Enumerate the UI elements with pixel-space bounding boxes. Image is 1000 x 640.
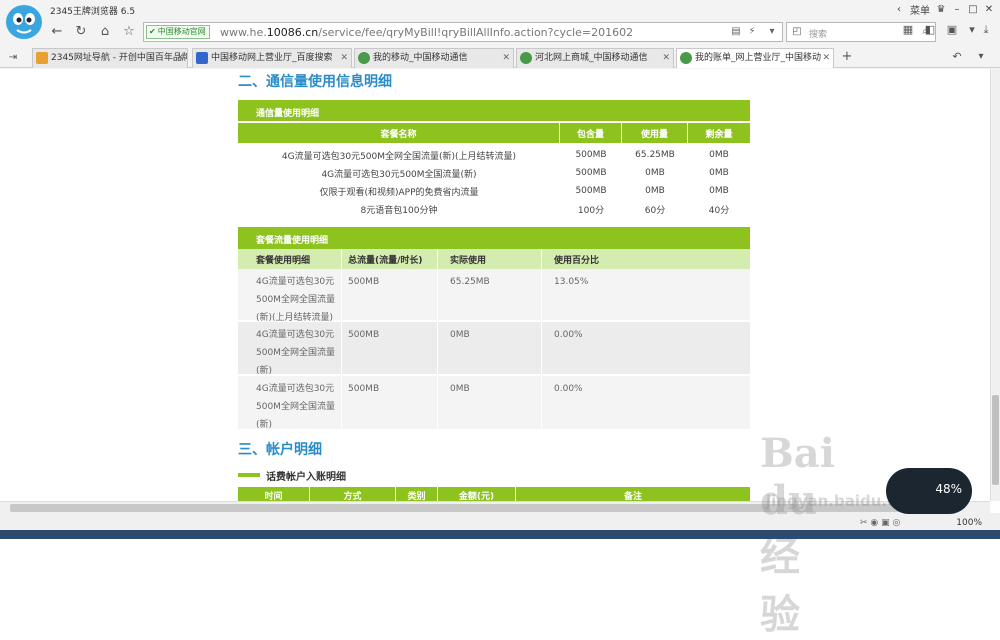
account-subheading: 话费帐户入账明细 — [266, 472, 346, 483]
menu-button[interactable]: 菜单 — [910, 2, 930, 17]
table-row: 8元语音包100分钟 100分 60分 40分 — [360, 205, 730, 216]
table-row: 4G流量可选包30元 500M全网全国流量 (新)(上月结转流量) 500MB … — [238, 269, 750, 323]
table-row: 4G流量可选包30元 500M全网全国流量 (新) 500MB 0MB 0.00… — [238, 376, 750, 430]
usage-table-title: 通信量使用明细 — [238, 100, 750, 122]
plan-name-cell: 4G流量可选包30元 500M全网全国流量 (新)(上月结转流量) — [238, 269, 342, 323]
refresh-icon[interactable]: ↻ — [72, 22, 90, 40]
tab-favicon-icon — [36, 52, 48, 64]
shield-check-icon: ✔ — [149, 27, 156, 36]
tab-favicon-icon — [196, 52, 208, 64]
tab-favicon-icon — [520, 52, 532, 64]
close-window-button[interactable]: ✕ — [984, 4, 994, 15]
usage-table-header: 套餐名称 包含量 使用量 剩余量 — [238, 123, 750, 143]
undo-close-icon[interactable]: ↶ — [948, 47, 966, 65]
tab-favicon-icon — [680, 52, 692, 64]
data-table-header: 套餐使用明细 总流量(流量/时长) 实际使用 使用百分比 — [238, 249, 750, 269]
navigation-row: ← ↻ ⌂ ☆ ✔ 中国移动官网 www.he.10086.cn/service… — [46, 20, 1000, 44]
section-2-title: 二、通信量使用信息明细 — [238, 74, 392, 90]
browser-chrome: 2345王牌浏览器 6.5 ‹ 菜单 ♛ – □ ✕ ← ↻ ⌂ ☆ ✔ 中国移… — [0, 0, 1000, 70]
chevron-down-icon[interactable]: ▾ — [766, 26, 778, 38]
vertical-scrollbar[interactable] — [990, 69, 1000, 501]
back-icon[interactable]: ← — [48, 22, 66, 40]
download-icon[interactable]: ⤓ — [978, 23, 994, 39]
verified-site-badge: ✔ 中国移动官网 — [146, 25, 210, 39]
plan-name-cell: 4G流量可选包30元 500M全网全国流量 (新) — [238, 322, 342, 376]
memory-gauge-widget[interactable]: 48% — [886, 468, 972, 514]
favorite-star-icon[interactable]: ☆ — [120, 22, 138, 40]
table-row: 仅限于观看(和视频)APP的免费省内流量 500MB 0MB 0MB — [319, 186, 729, 198]
game-icon[interactable]: ◧ — [922, 23, 938, 39]
table-row: 4G流量可选包30元 500M全网全国流量 (新) 500MB 0MB 0.00… — [238, 322, 750, 376]
os-taskbar — [0, 530, 1000, 539]
table-row: 4G流量可选包30元500M全国流量(新) 500MB 0MB 0MB — [321, 168, 729, 180]
back-small-icon[interactable]: ‹ — [894, 4, 904, 15]
close-tab-icon[interactable]: ✕ — [662, 49, 670, 67]
minimize-button[interactable]: – — [952, 4, 962, 15]
address-bar[interactable]: ✔ 中国移动官网 www.he.10086.cn/service/fee/qry… — [143, 22, 783, 42]
sidebar-toggle-icon[interactable]: ⇥ — [4, 48, 22, 66]
window-controls: ‹ 菜单 ♛ – □ ✕ — [894, 2, 994, 17]
close-tab-icon[interactable]: ✕ — [176, 49, 184, 67]
skin-icon[interactable]: ♛ — [936, 4, 946, 15]
tab-my-bill[interactable]: 我的账单_网上营业厅_中国移动 ✕ — [676, 48, 834, 68]
close-tab-icon[interactable]: ✕ — [822, 49, 830, 67]
subheading-bullet — [238, 473, 260, 477]
tab-favicon-icon — [358, 52, 370, 64]
tab-hebei-store[interactable]: 河北网上商城_中国移动通信 ✕ — [516, 48, 674, 68]
screenshot-icon[interactable]: ▣ — [944, 23, 960, 39]
lightning-icon[interactable]: ⚡ — [746, 26, 758, 38]
vertical-scroll-thumb[interactable] — [992, 395, 999, 485]
new-tab-button[interactable]: + — [838, 47, 856, 65]
account-table-header: 时间 方式 类别 金额(元) 备注 — [238, 487, 750, 501]
home-icon[interactable]: ⌂ — [96, 22, 114, 40]
table-row: 4G流量可选包30元500M全网全国流量(新)(上月结转流量) 500MB 65… — [281, 150, 729, 162]
close-tab-icon[interactable]: ✕ — [340, 49, 348, 67]
address-url[interactable]: www.he.10086.cn/service/fee/qryMyBill!qr… — [220, 26, 633, 39]
close-tab-icon[interactable]: ✕ — [502, 49, 510, 67]
tab-2345[interactable]: 2345网址导航 - 开创中国百年品牌 ✕ — [32, 48, 188, 68]
browser-logo-icon — [4, 2, 44, 42]
section-3-title: 三、帐户明细 — [238, 442, 322, 458]
search-engine-icon[interactable]: ◰ — [791, 26, 803, 38]
app-title: 2345王牌浏览器 6.5 — [50, 7, 136, 17]
page-icon[interactable]: ▤ — [730, 26, 742, 38]
apps-grid-icon[interactable]: ▦ — [900, 23, 916, 39]
plan-name-cell: 4G流量可选包30元 500M全网全国流量 (新) — [238, 376, 342, 430]
tab-row: ⇥ 2345网址导航 - 开创中国百年品牌 ✕ 中国移动网上营业厅_百度搜索 ✕… — [0, 46, 1000, 68]
status-tools-icon[interactable]: ✂ ◉ ▣ ◎ — [860, 518, 900, 528]
tab-list-chevron-icon[interactable]: ▾ — [972, 47, 990, 65]
zoom-level[interactable]: 100% — [956, 518, 982, 528]
data-table-title: 套餐流量使用明细 — [238, 227, 750, 249]
tab-my-mobile[interactable]: 我的移动_中国移动通信 ✕ — [354, 48, 514, 68]
search-placeholder: 搜索 — [809, 30, 828, 40]
maximize-button[interactable]: □ — [968, 4, 978, 15]
tab-baidu-search[interactable]: 中国移动网上营业厅_百度搜索 ✕ — [192, 48, 352, 68]
page-content: 二、通信量使用信息明细 通信量使用明细 套餐名称 包含量 使用量 剩余量 4G流… — [0, 69, 990, 501]
